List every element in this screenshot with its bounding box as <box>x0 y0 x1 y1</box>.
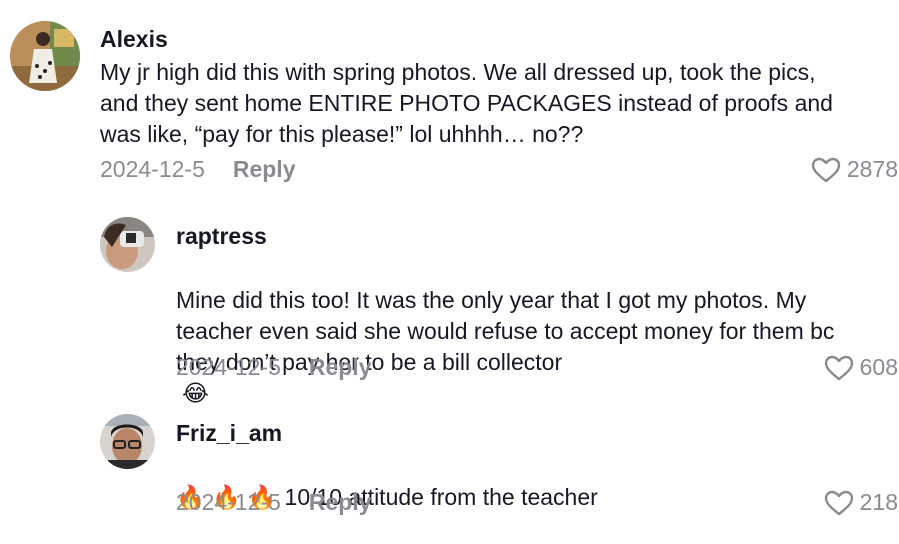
avatar[interactable] <box>100 414 155 469</box>
heart-icon[interactable] <box>824 490 854 516</box>
reply-button[interactable]: Reply <box>309 489 372 515</box>
like-button[interactable]: 218 <box>824 489 898 516</box>
comment-meta: 2024-12-5 Reply <box>176 489 372 516</box>
like-count: 218 <box>859 489 898 515</box>
comment-friz: Friz_i_am 🔥 🔥 🔥 10/10 attitude from the t… <box>0 0 899 544</box>
username[interactable]: Friz_i_am <box>176 420 282 447</box>
comment-date: 2024-12-5 <box>176 489 281 515</box>
